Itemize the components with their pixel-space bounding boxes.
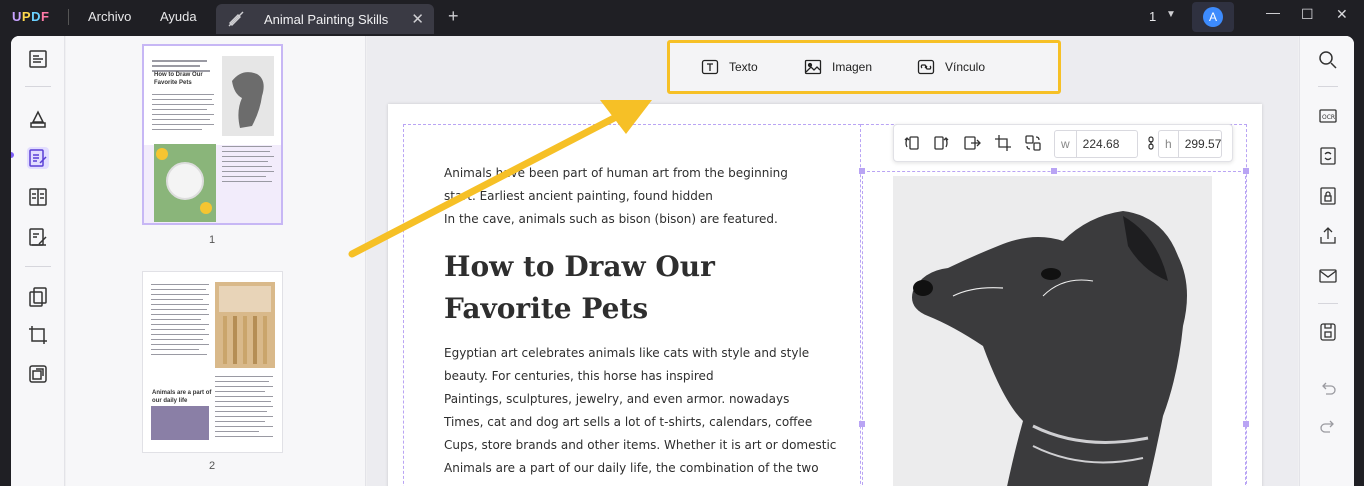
resize-handle[interactable] — [1243, 168, 1249, 174]
tab-title: Animal Painting Skills — [264, 12, 389, 27]
left-toolbar — [11, 36, 65, 486]
dog-sketch-thumbnail — [222, 56, 274, 136]
thumbnail-page-1[interactable]: How to Draw Our Favorite Pets — [142, 44, 283, 225]
add-text-button[interactable]: Texto — [701, 56, 758, 78]
intro-paragraph[interactable]: Animals have been part of human art from… — [444, 162, 788, 231]
add-link-button[interactable]: Vínculo — [917, 56, 985, 78]
fill-sign-icon[interactable] — [27, 226, 49, 248]
reader-icon[interactable] — [27, 48, 49, 70]
resize-handle[interactable] — [859, 168, 865, 174]
width-label: w — [1055, 131, 1077, 157]
paint-brushes-thumbnail — [215, 282, 275, 368]
add-image-label: Imagen — [832, 60, 873, 74]
comment-highlighter-icon[interactable] — [27, 108, 49, 130]
email-icon[interactable] — [1318, 266, 1338, 286]
page-number-1: 1 — [209, 234, 216, 246]
width-field[interactable]: w 224.68 — [1054, 130, 1138, 158]
protect-icon[interactable] — [1318, 186, 1338, 206]
page-indicator[interactable]: 1 — [1149, 9, 1156, 24]
share-icon[interactable] — [1318, 226, 1338, 246]
title-bar: UPDF Archivo Ayuda Animal Painting Skill… — [0, 0, 1364, 34]
text-icon — [701, 59, 719, 75]
chevron-down-icon[interactable]: ▼ — [1166, 9, 1176, 20]
page-number-2: 2 — [209, 460, 216, 472]
resize-handle[interactable] — [1243, 421, 1249, 427]
updf-logo: UPDF — [12, 9, 50, 24]
thumbnail-panel: How to Draw Our Favorite Pets 1 Animals … — [66, 36, 366, 486]
height-value[interactable]: 299.57 — [1179, 137, 1228, 151]
replace-image-icon[interactable] — [1024, 134, 1042, 152]
rotate-left-icon[interactable] — [903, 134, 921, 152]
minimize-icon[interactable]: — — [1266, 4, 1280, 20]
redo-icon[interactable] — [1318, 418, 1338, 438]
dog-sketch-icon — [232, 72, 264, 128]
layers-icon[interactable] — [27, 363, 49, 385]
image-icon — [804, 59, 822, 75]
resize-handle[interactable] — [1051, 168, 1057, 174]
thumbnail-heading: How to Draw Our Favorite Pets — [154, 72, 203, 86]
organize-pages-icon[interactable] — [27, 286, 49, 308]
link-icon — [917, 59, 935, 75]
document-tab[interactable]: Animal Painting Skills ✕ — [216, 4, 434, 34]
account-button[interactable]: A — [1192, 2, 1234, 32]
painting-photo-thumbnail — [151, 406, 209, 440]
width-value[interactable]: 224.68 — [1077, 137, 1126, 151]
avatar: A — [1203, 7, 1223, 27]
rotate-right-icon[interactable] — [932, 134, 950, 152]
menu-archivo[interactable]: Archivo — [88, 9, 131, 24]
maximize-icon[interactable]: ☐ — [1301, 6, 1314, 23]
convert-icon[interactable] — [1318, 146, 1338, 166]
close-tab-icon[interactable]: ✕ — [411, 10, 424, 28]
svg-text:OCR: OCR — [1322, 114, 1335, 121]
height-label: h — [1159, 131, 1179, 157]
form-icon[interactable] — [27, 186, 49, 208]
edit-pdf-icon[interactable] — [27, 147, 49, 169]
add-image-button[interactable]: Imagen — [804, 56, 872, 78]
extract-image-icon[interactable] — [963, 134, 981, 152]
insert-toolbar: Texto Imagen Vínculo — [667, 40, 1061, 94]
add-link-label: Vínculo — [945, 60, 986, 74]
crop-icon[interactable] — [994, 134, 1012, 152]
thumbnail-heading: Animals are a part of our daily life — [152, 390, 212, 404]
search-icon[interactable] — [1318, 50, 1338, 70]
new-tab-button[interactable]: + — [448, 6, 459, 27]
document-canvas: Texto Imagen Vínculo Animals have been p… — [367, 36, 1298, 486]
menu-ayuda[interactable]: Ayuda — [160, 9, 197, 24]
crop-pages-icon[interactable] — [27, 324, 49, 346]
workspace: How to Draw Our Favorite Pets 1 Animals … — [11, 36, 1354, 486]
height-field[interactable]: h 299.57 — [1158, 130, 1222, 158]
body-paragraph[interactable]: Egyptian art celebrates animals like cat… — [444, 342, 836, 480]
document-heading[interactable]: How to Draw Our Favorite Pets — [444, 246, 715, 330]
image-selection-box — [862, 171, 1246, 486]
save-icon[interactable] — [1318, 322, 1338, 342]
active-indicator — [11, 152, 14, 158]
add-text-label: Texto — [729, 60, 758, 74]
divider — [68, 9, 69, 25]
resize-handle[interactable] — [859, 421, 865, 427]
ocr-icon[interactable]: OCR — [1318, 106, 1338, 126]
undo-icon[interactable] — [1318, 380, 1338, 400]
right-toolbar: OCR — [1299, 36, 1354, 486]
thumbnail-page-2[interactable]: Animals are a part of our daily life — [142, 271, 283, 453]
image-edit-toolbar: w 224.68 h 299.57 — [893, 124, 1233, 162]
close-window-icon[interactable]: ✕ — [1336, 6, 1348, 23]
flower-photo-thumbnail — [154, 144, 216, 222]
edit-pen-icon — [228, 11, 244, 27]
